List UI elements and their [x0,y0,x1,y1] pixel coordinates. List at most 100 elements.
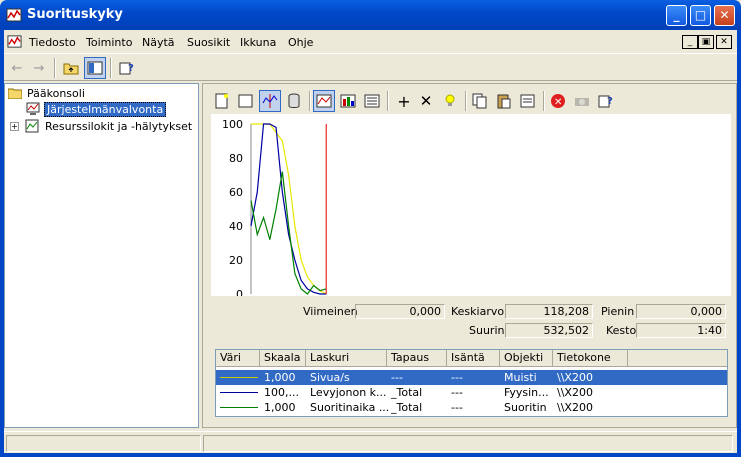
tree-item-resurssilokit[interactable]: + Resurssilokit ja -hälytykset [10,118,194,134]
mmc-icon[interactable] [7,34,22,49]
duration-value: 1:40 [636,323,726,338]
close-button[interactable]: ✕ [714,5,735,26]
mdi-close-button[interactable]: ✕ [716,35,732,49]
maximize-button[interactable]: □ [690,5,711,26]
menu-bar: Tiedosto Toiminto Näytä Suosikit Ikkuna … [4,30,737,52]
color-swatch [220,407,258,408]
y-tick-label: 20 [229,254,243,267]
menu-tiedosto[interactable]: Tiedosto [29,36,76,49]
new-counter-set-icon[interactable] [211,90,233,112]
svg-text:?: ? [128,63,134,74]
view-graph-icon[interactable] [313,90,335,112]
mdi-minimize-button[interactable]: _ [682,35,698,49]
row-counter: Sivua/s [310,371,350,384]
row-host: --- [451,401,463,414]
tree-item-label: Resurssilokit ja -hälytykset [45,119,193,133]
menu-nayta[interactable]: Näytä [142,36,175,49]
copy-properties-icon[interactable] [469,90,491,112]
update-data-icon[interactable] [571,90,593,112]
view-report-icon[interactable] [361,90,383,112]
performance-chart: 100 80 60 40 20 0 [211,114,731,301]
col-host[interactable]: Isäntä [447,350,500,367]
row-instance: _Total [391,386,423,399]
counter-row[interactable]: 1,000 Sivua/s --- --- Muisti \\X200 [216,370,727,385]
system-monitor-icon [26,102,40,115]
col-color[interactable]: Väri [216,350,260,367]
row-object: Fyysin... [504,386,549,399]
counter-row[interactable]: 100,... Levyjonon k... _Total --- Fyysin… [216,385,727,400]
minimize-button[interactable]: _ [666,5,687,26]
duration-label: Kesto [606,324,637,337]
counter-row[interactable]: 1,000 Suoritinaika ... _Total --- Suorit… [216,400,727,415]
current-activity-icon[interactable] [259,90,281,112]
console-tree: Pääkonsoli Järjestelmänvalvonta + Resurs… [4,83,199,428]
col-instance[interactable]: Tapaus [387,350,447,367]
tree-root-label: Pääkonsoli [27,86,85,100]
tree-root[interactable]: Pääkonsoli [8,85,87,101]
y-tick-label: 40 [229,220,243,233]
col-counter[interactable]: Laskuri [306,350,387,367]
menu-ikkuna[interactable]: Ikkuna [240,36,276,49]
up-one-level-icon[interactable] [60,57,82,79]
menu-suosikit[interactable]: Suosikit [187,36,230,49]
status-pane-right [203,435,733,452]
row-object: Muisti [504,371,537,384]
mdi-restore-button[interactable]: ▣ [698,35,714,49]
freeze-display-icon[interactable]: ✕ [547,90,569,112]
forward-icon[interactable]: → [28,57,50,79]
col-scale[interactable]: Skaala [260,350,306,367]
back-icon[interactable]: ← [6,57,28,79]
expand-icon[interactable]: + [10,121,19,131]
window-title: Suorituskyky [27,7,123,22]
min-label: Pienin [601,305,635,318]
menu-toiminto[interactable]: Toiminto [86,36,132,49]
svg-text:?: ? [607,96,613,107]
delete-counter-icon[interactable]: ✕ [415,90,437,112]
system-monitor-pane: + ✕ ✕ ? 100 80 60 40 20 0 Viimeinen 0,000 Kes… [202,83,737,428]
title-bar[interactable]: Suorituskyky _ □ ✕ [0,0,741,30]
view-log-data-icon[interactable] [283,90,305,112]
paste-counter-list-icon[interactable] [493,90,515,112]
show-hide-tree-icon[interactable] [84,57,106,79]
monitor-toolbar: + ✕ ✕ ? [211,87,731,112]
highlight-icon[interactable] [439,90,461,112]
y-tick-label: 80 [229,152,243,165]
row-counter: Suoritinaika ... [310,401,390,414]
folder-icon [8,88,22,99]
add-counter-icon[interactable]: + [393,90,415,112]
properties-icon[interactable] [517,90,539,112]
y-tick-label: 0 [236,288,243,296]
row-computer: \\X200 [557,386,593,399]
col-object[interactable]: Objekti [500,350,553,367]
main-toolbar: ← → ? [4,53,737,81]
row-scale: 100,... [264,386,299,399]
logs-alerts-icon [25,119,39,133]
row-scale: 1,000 [264,371,296,384]
series-line-0 [251,123,327,295]
row-instance: _Total [391,401,423,414]
counter-list-header: Väri Skaala Laskuri Tapaus Isäntä Objekt… [216,350,727,367]
avg-value: 118,208 [505,304,593,319]
col-computer[interactable]: Tietokone [553,350,628,367]
row-computer: \\X200 [557,371,593,384]
svg-text:✕: ✕ [554,97,562,108]
max-label: Suurin [469,324,505,337]
y-tick-label: 100 [222,118,243,131]
stats-panel: Viimeinen 0,000 Keskiarvo 118,208 Pienin… [211,302,731,342]
series-line-1 [250,123,327,295]
y-tick-label: 60 [229,186,243,199]
last-value: 0,000 [355,304,445,319]
tree-item-jarjestelmanvalvonta[interactable]: Järjestelmänvalvonta [25,101,167,117]
last-label: Viimeinen [303,305,358,318]
counter-list: Väri Skaala Laskuri Tapaus Isäntä Objekt… [215,349,728,417]
clear-display-icon[interactable] [235,90,257,112]
status-bar [4,431,737,453]
view-histogram-icon[interactable] [337,90,359,112]
menu-ohje[interactable]: Ohje [288,36,313,49]
row-scale: 1,000 [264,401,296,414]
row-object: Suoritin [504,401,547,414]
monitor-help-icon[interactable]: ? [595,90,617,112]
help-icon[interactable]: ? [116,57,138,79]
max-value: 532,502 [505,323,593,338]
status-pane-left [6,435,201,452]
